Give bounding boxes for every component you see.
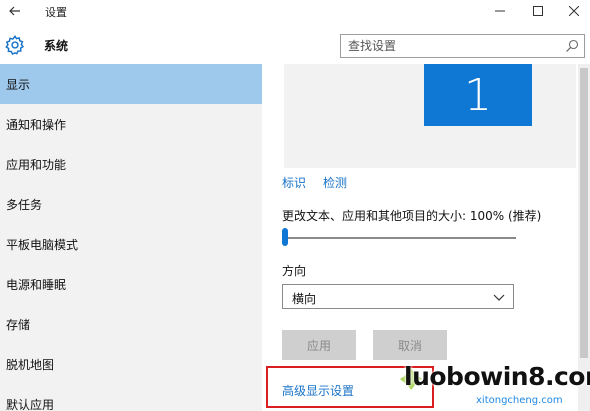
apply-button[interactable]: 应用	[282, 330, 356, 360]
search-box[interactable]	[340, 34, 585, 58]
sidebar-item-notifications[interactable]: 通知和操作	[0, 104, 262, 144]
detect-link[interactable]: 检测	[323, 174, 347, 191]
scale-slider-track[interactable]	[282, 237, 516, 239]
scale-label: 更改文本、应用和其他项目的大小: 100% (推荐)	[282, 209, 542, 223]
chevron-down-icon	[493, 294, 505, 301]
scrollbar[interactable]	[578, 64, 590, 411]
sidebar-item-apps-features[interactable]: 应用和功能	[0, 144, 262, 184]
sidebar-item-storage[interactable]: 存储	[0, 304, 262, 344]
title-bar: 设置	[0, 0, 590, 22]
identify-link[interactable]: 标识	[282, 174, 306, 191]
display-settings-panel: 1 标识 检测 更改文本、应用和其他项目的大小: 100% (推荐) 方向 横向…	[262, 64, 590, 411]
minimize-icon	[495, 10, 505, 12]
window-title: 设置	[45, 6, 67, 19]
maximize-icon	[533, 6, 543, 16]
sidebar-item-default-apps[interactable]: 默认应用	[0, 384, 262, 411]
sidebar-item-offline-maps[interactable]: 脱机地图	[0, 344, 262, 384]
sidebar-item-label: 电源和睡眠	[6, 277, 67, 292]
maximize-button[interactable]	[520, 0, 556, 22]
sidebar-item-label: 平板电脑模式	[6, 237, 79, 252]
search-icon[interactable]	[565, 39, 579, 53]
sidebar-item-multitasking[interactable]: 多任务	[0, 184, 262, 224]
sidebar-item-label: 显示	[6, 77, 31, 92]
advanced-display-settings-link[interactable]: 高级显示设置	[282, 382, 354, 399]
close-button[interactable]	[556, 0, 590, 22]
back-button[interactable]	[0, 0, 30, 22]
search-input[interactable]	[341, 35, 556, 57]
sidebar-item-label: 多任务	[6, 197, 43, 212]
minimize-button[interactable]	[482, 0, 518, 22]
monitor-tile[interactable]: 1	[424, 64, 532, 126]
sidebar-item-label: 存储	[6, 317, 31, 332]
cancel-button[interactable]: 取消	[373, 330, 447, 360]
app-name: 系统	[44, 39, 69, 53]
orientation-dropdown[interactable]: 横向	[282, 284, 514, 309]
scrollbar-thumb[interactable]	[580, 68, 588, 358]
back-arrow-icon	[9, 6, 20, 16]
sidebar-item-tablet-mode[interactable]: 平板电脑模式	[0, 224, 262, 264]
sidebar-item-label: 应用和功能	[6, 157, 67, 172]
close-icon	[569, 6, 579, 16]
sidebar: 显示 通知和操作 应用和功能 多任务 平板电脑模式 电源和睡眠 存储 脱机地图 …	[0, 64, 262, 411]
monitor-preview: 1	[284, 64, 576, 168]
sidebar-item-power-sleep[interactable]: 电源和睡眠	[0, 264, 262, 304]
sidebar-item-label: 默认应用	[6, 397, 55, 411]
orientation-label: 方向	[282, 264, 307, 278]
app-header: 系统	[0, 28, 590, 62]
gear-icon	[5, 35, 25, 56]
sidebar-item-label: 脱机地图	[6, 357, 55, 372]
sidebar-item-label: 通知和操作	[6, 117, 67, 132]
orientation-value: 横向	[292, 292, 317, 306]
scale-slider-thumb[interactable]	[282, 228, 288, 246]
sidebar-item-display[interactable]: 显示	[0, 64, 262, 104]
